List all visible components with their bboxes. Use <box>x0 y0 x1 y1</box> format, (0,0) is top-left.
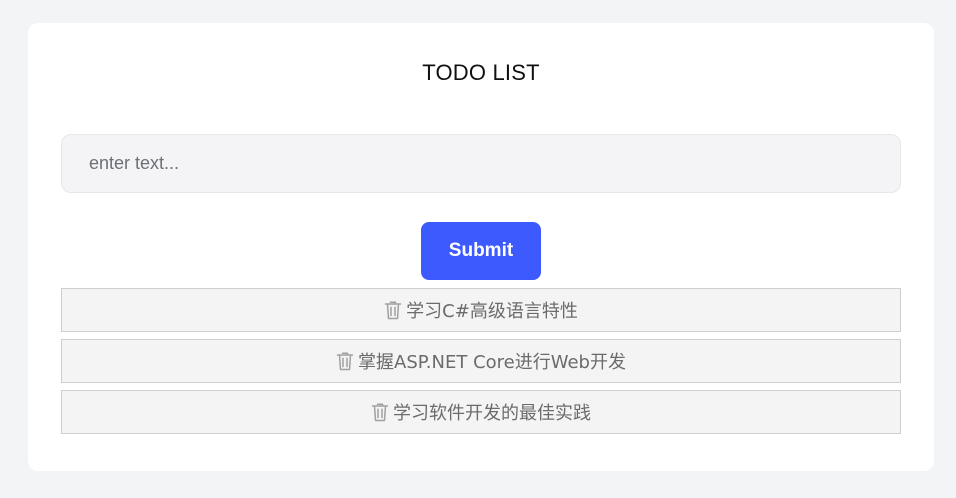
trash-icon[interactable] <box>371 402 389 422</box>
page-title: TODO LIST <box>422 60 540 85</box>
submit-button[interactable]: Submit <box>421 222 541 280</box>
todo-item-text: 学习C#高级语言特性 <box>406 301 578 322</box>
trash-icon[interactable] <box>384 300 402 320</box>
todo-item-text: 学习软件开发的最佳实践 <box>393 403 591 424</box>
trash-icon[interactable] <box>336 351 354 371</box>
todo-list: 学习C#高级语言特性 掌握ASP.NET Core进行Web开发 学习软件开发的… <box>61 288 901 441</box>
todo-item: 学习C#高级语言特性 <box>61 288 901 332</box>
todo-card: TODO LIST Submit 学习C#高级语言特性 掌握ASP.NET Co… <box>28 23 934 471</box>
todo-text-input[interactable] <box>61 134 901 193</box>
todo-item-text: 掌握ASP.NET Core进行Web开发 <box>358 352 626 373</box>
todo-item: 掌握ASP.NET Core进行Web开发 <box>61 339 901 383</box>
todo-item: 学习软件开发的最佳实践 <box>61 390 901 434</box>
